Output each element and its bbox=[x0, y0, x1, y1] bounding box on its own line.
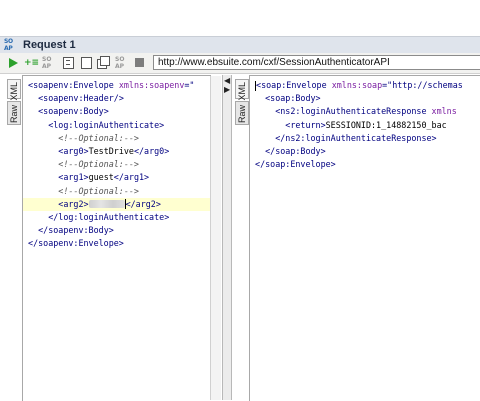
request-raw-tab-label: Raw bbox=[9, 105, 19, 124]
request-token: </arg0> bbox=[133, 145, 170, 156]
request-token: <!--Optional:--> bbox=[58, 132, 139, 143]
response-token: <soap:Envelope bbox=[256, 80, 332, 90]
request-token: <!--Optional:--> bbox=[58, 185, 139, 196]
request-line: <soapenv:Header/> bbox=[23, 92, 211, 105]
response-token: </soap:Body> bbox=[265, 145, 326, 156]
request-token: <log:loginAuthenticate> bbox=[48, 119, 165, 130]
request-xml-tab[interactable]: XML bbox=[7, 79, 21, 101]
request-token: </arg2> bbox=[125, 198, 161, 209]
form-icon[interactable] bbox=[80, 56, 94, 70]
response-raw-tab[interactable]: Raw bbox=[235, 101, 249, 125]
request-line: </soapenv:Envelope> bbox=[23, 237, 211, 250]
split-pane-divider[interactable]: ◀ ▶ bbox=[222, 75, 232, 400]
request-line: <arg1>guest</arg1> bbox=[23, 171, 211, 184]
request-token: </log:loginAuthenticate> bbox=[48, 211, 170, 222]
masked-password bbox=[88, 200, 125, 209]
soap-options-icon[interactable]: SO AP bbox=[115, 56, 129, 70]
request-token: guest bbox=[88, 172, 114, 183]
response-token: xmlns:soap bbox=[331, 80, 383, 90]
response-xml-tab[interactable]: XML bbox=[235, 79, 249, 101]
response-token: <return> bbox=[285, 119, 326, 130]
response-token: </soap:Envelope> bbox=[255, 159, 336, 170]
response-token: </ns2:loginAuthenticateResponse> bbox=[275, 132, 437, 143]
request-line: <arg0>TestDrive</arg0> bbox=[23, 145, 211, 158]
response-token: <ns2:loginAuthenticateResponse bbox=[275, 106, 432, 117]
response-line: <soap:Body> bbox=[250, 92, 480, 105]
request-xml-content[interactable]: <soapenv:Envelope xmlns:soapenv=" <soape… bbox=[23, 76, 211, 250]
request-token: </soapenv:Envelope> bbox=[28, 238, 124, 249]
request-token: TestDrive bbox=[88, 145, 134, 156]
request-title: Request 1 bbox=[23, 39, 76, 51]
request-token: xmlns:soapenv bbox=[118, 80, 185, 90]
request-xml-editor[interactable]: <soapenv:Envelope xmlns:soapenv=" <soape… bbox=[22, 75, 211, 401]
add-to-testcase-icon[interactable]: +≡ bbox=[24, 56, 39, 70]
request-line: <!--Optional:--> bbox=[23, 185, 211, 198]
response-xml-content[interactable]: <soap:Envelope xmlns:soap="http://schema… bbox=[250, 76, 480, 171]
response-raw-tab-label: Raw bbox=[237, 105, 247, 124]
endpoint-url-field[interactable]: http://www.ebsuite.com/cxf/SessionAuthen… bbox=[153, 55, 480, 70]
request-token: <arg1> bbox=[58, 172, 89, 183]
request-token: =" bbox=[184, 80, 195, 90]
response-token: xmlns bbox=[431, 106, 457, 117]
request-token: <arg2> bbox=[58, 198, 89, 209]
request-line: </log:loginAuthenticate> bbox=[23, 211, 211, 224]
request-raw-tab[interactable]: Raw bbox=[7, 101, 21, 125]
request-line: </soapenv:Body> bbox=[23, 224, 211, 237]
response-token: SESSIONID:1_14882150_bac bbox=[325, 119, 447, 130]
response-line: </ns2:loginAuthenticateResponse> bbox=[250, 132, 480, 145]
request-token: </soapenv:Body> bbox=[38, 225, 114, 236]
response-line: <soap:Envelope xmlns:soap="http://schema… bbox=[250, 79, 480, 92]
request-token: <soapenv:Body> bbox=[38, 106, 109, 117]
collapse-right-icon[interactable]: ▶ bbox=[224, 86, 230, 94]
response-xml-viewer[interactable]: <soap:Envelope xmlns:soap="http://schema… bbox=[249, 75, 480, 401]
run-request-icon[interactable] bbox=[6, 56, 20, 70]
response-xml-tab-label: XML bbox=[237, 82, 247, 101]
request-token: <soapenv:Envelope bbox=[28, 80, 119, 90]
request-xml-tab-label: XML bbox=[9, 82, 19, 101]
response-token: <soap:Body> bbox=[265, 93, 321, 104]
request-scrollbar[interactable] bbox=[210, 76, 221, 400]
request-line: <arg2> </arg2> bbox=[23, 197, 211, 211]
request-token: <arg0> bbox=[58, 145, 89, 156]
response-line: </soap:Envelope> bbox=[250, 158, 480, 171]
response-line: <ns2:loginAuthenticateResponse xmlns bbox=[250, 105, 480, 118]
collapse-left-icon[interactable]: ◀ bbox=[224, 77, 230, 85]
cancel-request-icon[interactable] bbox=[133, 56, 147, 70]
request-token: </arg1> bbox=[113, 172, 150, 183]
editor-icon[interactable] bbox=[62, 56, 76, 70]
response-line: </soap:Body> bbox=[250, 145, 480, 158]
response-token: ="http://schemas bbox=[382, 80, 463, 90]
request-line: <!--Optional:--> bbox=[23, 132, 211, 145]
response-line: <return>SESSIONID:1_14882150_bac bbox=[250, 119, 480, 132]
request-title-bar: SO AP Request 1 bbox=[0, 36, 480, 54]
request-line: <log:loginAuthenticate> bbox=[23, 119, 211, 132]
request-line: <soapenv:Envelope xmlns:soapenv=" bbox=[23, 79, 211, 92]
request-toolbar: +≡ SO AP SO AP http://www.ebsuite.com/cxf/… bbox=[0, 53, 480, 74]
request-line: <soapenv:Body> bbox=[23, 105, 211, 118]
soapui-icon: SO AP bbox=[4, 38, 13, 52]
request-token: <!--Optional:--> bbox=[58, 159, 139, 170]
copy-icon[interactable] bbox=[97, 56, 111, 70]
soap-icon[interactable]: SO AP bbox=[42, 56, 56, 70]
request-line: <!--Optional:--> bbox=[23, 158, 211, 171]
request-token: <soapenv:Header/> bbox=[38, 93, 124, 104]
